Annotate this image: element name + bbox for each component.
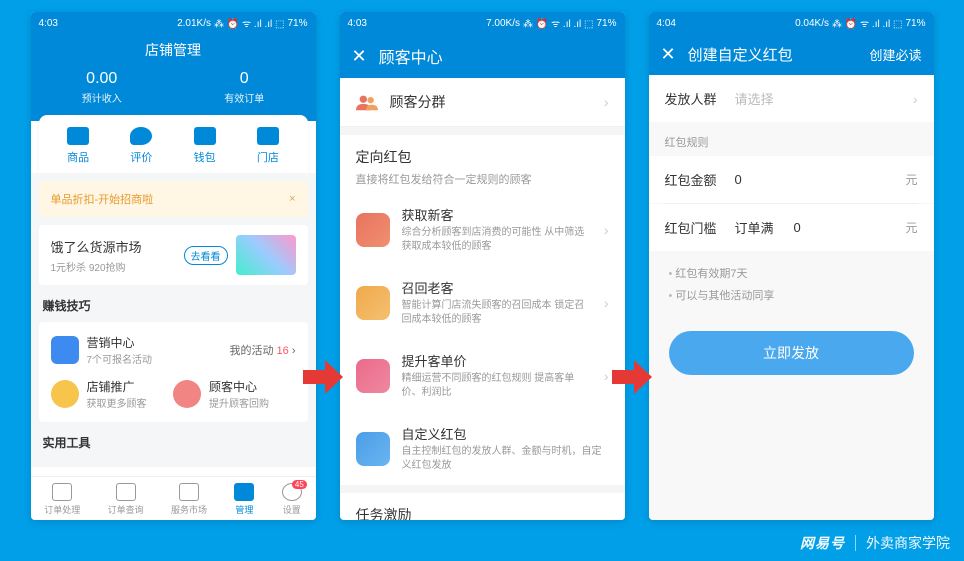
item-recall-customer[interactable]: 召回老客智能计算门店流失顾客的召回成本 锁定召回成本较低的顾客 › <box>340 266 625 339</box>
chevron-right-icon: › <box>604 295 609 311</box>
page-title: 创建自定义红包 <box>688 44 858 65</box>
phone-customer-center: 4:03 7.00K/s⁂ ⏰ ᯤ .ıl .ıl ⬚ 71% ✕ 顾客中心 顾… <box>340 12 625 520</box>
nav-service-market[interactable]: 服务市场 <box>171 483 207 516</box>
amount-input[interactable]: 0 <box>735 172 894 187</box>
market-banner[interactable]: 饿了么货源市场 1元秒杀 920抢购 去看看 <box>39 225 308 285</box>
main-tabs: 商品 评价 钱包 门店 <box>39 115 308 173</box>
chat-icon <box>130 127 152 145</box>
tab-products[interactable]: 商品 <box>67 127 89 165</box>
price-up-icon <box>356 359 390 393</box>
header: ✕ 创建自定义红包 创建必读 <box>649 34 934 75</box>
section-money-title: 赚钱技巧 <box>43 297 304 314</box>
stat-orders[interactable]: 0 有效订单 <box>224 70 264 105</box>
status-bar: 4:03 2.01K/s⁂ ⏰ ᯤ .ıl .ıl ⬚ 71% <box>31 12 316 34</box>
bottom-nav: 订单处理 订单查询 服务市场 管理 45设置 <box>31 476 316 520</box>
go-see-button[interactable]: 去看看 <box>184 246 228 265</box>
tab-store[interactable]: 门店 <box>257 127 279 165</box>
nav-order-process[interactable]: 订单处理 <box>44 483 80 516</box>
arrow-icon <box>303 360 343 394</box>
threshold-row[interactable]: 红包门槛 订单满 0 元 <box>649 204 934 251</box>
people-icon <box>356 93 378 111</box>
chevron-right-icon: › <box>604 222 609 238</box>
discount-banner[interactable]: 单品折扣-开始招商啦 × <box>39 181 308 217</box>
notes: 红包有效期7天 可以与其他活动同享 <box>649 251 934 323</box>
status-bar: 4:04 0.04K/s⁂ ⏰ ᯤ .ıl .ıl ⬚ 71% <box>649 12 934 34</box>
audience-row[interactable]: 发放人群 请选择 › <box>649 75 934 122</box>
bowl-icon <box>67 127 89 145</box>
tab-reviews[interactable]: 评价 <box>130 127 152 165</box>
customer-center[interactable]: 顾客中心 提升顾客回购 <box>173 378 296 410</box>
close-icon[interactable]: ✕ <box>352 46 367 67</box>
watermark: 网易号 外卖商家学院 <box>800 533 950 553</box>
search-list-icon <box>116 483 136 501</box>
header: ✕ 顾客中心 <box>340 34 625 78</box>
header: 店铺管理 0.00 预计收入 0 有效订单 <box>31 34 316 121</box>
chevron-right-icon: › <box>913 91 918 107</box>
my-activities-link[interactable]: 我的活动 16 › <box>229 342 295 358</box>
submit-button[interactable]: 立即发放 <box>669 331 914 375</box>
nav-manage[interactable]: 管理 <box>234 483 254 516</box>
section-tasks: 任务激励 顾客完成制定任务，即可领取红包 <box>340 493 625 520</box>
bag-icon <box>179 483 199 501</box>
section-tools-title: 实用工具 <box>43 434 304 451</box>
tab-wallet[interactable]: 钱包 <box>194 127 216 165</box>
megaphone-icon <box>51 380 79 408</box>
new-customer-icon <box>356 213 390 247</box>
chevron-right-icon: › <box>604 368 609 384</box>
customer-group-row[interactable]: 顾客分群 › <box>340 78 625 127</box>
phone-shop-management: 4:03 2.01K/s⁂ ⏰ ᯤ .ıl .ıl ⬚ 71% 店铺管理 0.0… <box>31 12 316 520</box>
cube-icon <box>51 336 79 364</box>
stat-income[interactable]: 0.00 预计收入 <box>82 70 122 105</box>
shop-icon <box>234 483 254 501</box>
phone-create-redpacket: 4:04 0.04K/s⁂ ⏰ ᯤ .ıl .ıl ⬚ 71% ✕ 创建自定义红… <box>649 12 934 520</box>
item-new-customer[interactable]: 获取新客综合分析顾客到店消费的可能性 从中筛选获取成本较低的顾客 › <box>340 193 625 266</box>
create-readme-link[interactable]: 创建必读 <box>869 45 921 64</box>
close-icon[interactable]: × <box>289 193 295 205</box>
arrow-icon <box>612 360 652 394</box>
gear-icon: 45 <box>282 483 302 501</box>
status-bar: 4:03 7.00K/s⁂ ⏰ ᯤ .ıl .ıl ⬚ 71% <box>340 12 625 34</box>
custom-redpacket-icon <box>356 432 390 466</box>
store-icon <box>257 127 279 145</box>
page-title: 顾客中心 <box>379 44 443 68</box>
list-icon <box>52 483 72 501</box>
chevron-right-icon: › <box>604 94 609 110</box>
close-icon[interactable]: ✕ <box>661 44 676 65</box>
page-title: 店铺管理 <box>31 40 316 70</box>
marketing-center[interactable]: 营销中心 7个可报名活动 <box>51 334 230 366</box>
badge: 45 <box>292 480 307 489</box>
rules-label: 红包规则 <box>649 122 934 156</box>
threshold-input[interactable]: 0 <box>794 220 894 235</box>
wallet-icon <box>194 127 216 145</box>
amount-row[interactable]: 红包金额 0 元 <box>649 156 934 203</box>
recall-icon <box>356 286 390 320</box>
shop-promotion[interactable]: 店铺推广 获取更多顾客 <box>51 378 174 410</box>
chevron-right-icon: › <box>292 345 296 357</box>
item-increase-price[interactable]: 提升客单价精细运营不同顾客的红包规则 提高客单价、利润比 › <box>340 339 625 412</box>
nav-settings[interactable]: 45设置 <box>282 483 302 516</box>
nav-order-query[interactable]: 订单查询 <box>108 483 144 516</box>
heart-icon <box>173 380 201 408</box>
section-targeted: 定向红包 直接将红包发给符合一定规则的顾客 <box>340 135 625 193</box>
item-custom-redpacket[interactable]: 自定义红包自主控制红包的发放人群、金额与时机，自定义红包发放 <box>340 412 625 485</box>
market-image <box>236 235 296 275</box>
